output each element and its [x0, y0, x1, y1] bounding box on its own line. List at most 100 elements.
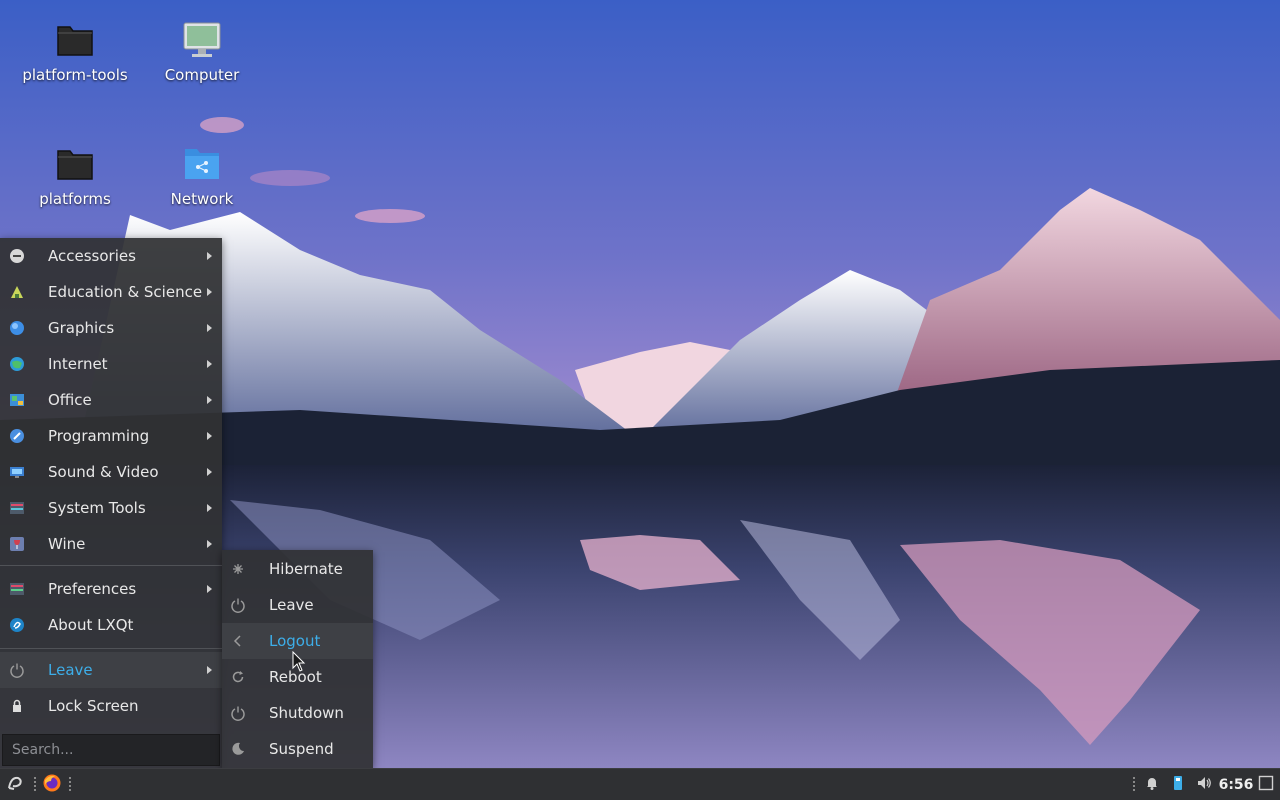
bell-icon [1144, 775, 1160, 795]
power-icon [230, 597, 246, 613]
menu-item-programming[interactable]: Programming [0, 418, 222, 454]
usb-icon [1170, 775, 1186, 795]
accessories-icon [9, 248, 25, 264]
clock-widget[interactable]: 6:56 [1218, 769, 1254, 800]
menu-item-about-lxqt[interactable]: About LXQt [0, 607, 222, 643]
submenu-item-leave[interactable]: Leave [222, 587, 373, 623]
reboot-icon [230, 669, 246, 685]
graphics-icon [9, 320, 25, 336]
menu-item-label: Education & Science [48, 283, 203, 301]
removable-media-button[interactable] [1168, 769, 1188, 800]
submenu-item-hibernate[interactable]: Hibernate [222, 551, 373, 587]
volume-icon [1196, 775, 1212, 795]
menu-item-label: Leave [48, 661, 93, 679]
menu-item-sound-video[interactable]: Sound & Video [0, 454, 222, 490]
mouse-cursor-icon [292, 650, 306, 677]
desktop-icon-network[interactable]: Network [147, 144, 257, 208]
submenu-arrow-icon [207, 288, 212, 296]
folder-icon [55, 144, 95, 184]
submenu-item-label: Suspend [269, 740, 334, 758]
panel-grip[interactable] [34, 777, 36, 793]
menu-item-label: System Tools [48, 499, 146, 517]
network-folder-icon [182, 144, 222, 184]
submenu-arrow-icon [207, 666, 212, 674]
submenu-item-label: Reboot [269, 668, 322, 686]
start-menu-button[interactable] [2, 769, 28, 800]
menu-item-label: About LXQt [48, 616, 134, 634]
preferences-icon [9, 581, 25, 597]
education-icon [9, 284, 25, 300]
submenu-arrow-icon [207, 360, 212, 368]
submenu-item-shutdown[interactable]: Shutdown [222, 695, 373, 731]
clock-time: 6:56 [1218, 777, 1254, 793]
menu-item-lock-screen[interactable]: Lock Screen [0, 688, 222, 724]
lxqt-logo-icon [5, 773, 25, 797]
menu-search-box[interactable] [2, 734, 220, 766]
suspend-moon-icon [230, 741, 246, 757]
hibernate-icon [230, 561, 246, 577]
submenu-item-suspend[interactable]: Suspend [222, 731, 373, 767]
internet-globe-icon [9, 356, 25, 372]
notifications-button[interactable] [1142, 769, 1162, 800]
logout-arrow-icon [230, 633, 246, 649]
desktop-icon-label: Computer [164, 66, 240, 84]
submenu-item-label: Logout [269, 632, 321, 650]
menu-item-label: Accessories [48, 247, 136, 265]
power-icon [9, 662, 25, 678]
menu-item-system-tools[interactable]: System Tools [0, 490, 222, 526]
system-tools-icon [9, 500, 25, 516]
submenu-arrow-icon [207, 324, 212, 332]
search-input[interactable] [3, 735, 219, 765]
menu-item-label: Programming [48, 427, 150, 445]
menu-item-accessories[interactable]: Accessories [0, 238, 222, 274]
desktop-icon-label: Network [170, 190, 234, 208]
menu-item-label: Graphics [48, 319, 115, 337]
submenu-arrow-icon [207, 585, 212, 593]
menu-item-office[interactable]: Office [0, 382, 222, 418]
shutdown-icon [230, 705, 246, 721]
folder-icon [55, 20, 95, 60]
firefox-launcher-button[interactable] [39, 769, 65, 800]
panel-grip[interactable] [69, 777, 71, 793]
programming-icon [9, 428, 25, 444]
submenu-arrow-icon [207, 396, 212, 404]
menu-separator [0, 565, 222, 566]
menu-item-internet[interactable]: Internet [0, 346, 222, 382]
computer-icon [182, 20, 222, 60]
lxqt-icon [9, 617, 25, 633]
submenu-arrow-icon [207, 540, 212, 548]
lock-icon [9, 698, 25, 714]
desktop-icon-computer[interactable]: Computer [147, 20, 257, 84]
application-menu: Accessories Education & Science Graphics… [0, 238, 222, 768]
submenu-arrow-icon [207, 468, 212, 476]
show-desktop-button[interactable] [1256, 769, 1276, 800]
menu-item-label: Sound & Video [48, 463, 159, 481]
volume-button[interactable] [1194, 769, 1214, 800]
submenu-arrow-icon [207, 432, 212, 440]
menu-item-label: Internet [48, 355, 108, 373]
desktop-icon-label: platforms [39, 190, 111, 208]
menu-item-education-science[interactable]: Education & Science [0, 274, 222, 310]
desktop-icon-platforms[interactable]: platforms [20, 144, 130, 208]
menu-item-label: Wine [48, 535, 86, 553]
submenu-item-label: Shutdown [269, 704, 344, 722]
submenu-arrow-icon [207, 504, 212, 512]
show-desktop-icon [1258, 775, 1274, 795]
firefox-icon [42, 773, 62, 797]
submenu-item-label: Hibernate [269, 560, 343, 578]
submenu-arrow-icon [207, 252, 212, 260]
menu-item-preferences[interactable]: Preferences [0, 571, 222, 607]
taskbar-panel: 6:56 [0, 768, 1280, 800]
office-icon [9, 392, 25, 408]
desktop-icon-platform-tools[interactable]: platform-tools [20, 20, 130, 84]
menu-item-wine[interactable]: Wine [0, 526, 222, 562]
panel-grip[interactable] [1133, 777, 1135, 793]
menu-item-label: Office [48, 391, 92, 409]
sound-video-icon [9, 464, 25, 480]
desktop-icon-label: platform-tools [22, 66, 128, 84]
menu-item-graphics[interactable]: Graphics [0, 310, 222, 346]
menu-item-label: Preferences [48, 580, 137, 598]
menu-item-leave[interactable]: Leave [0, 652, 222, 688]
menu-item-label: Lock Screen [48, 697, 139, 715]
submenu-item-label: Leave [269, 596, 314, 614]
